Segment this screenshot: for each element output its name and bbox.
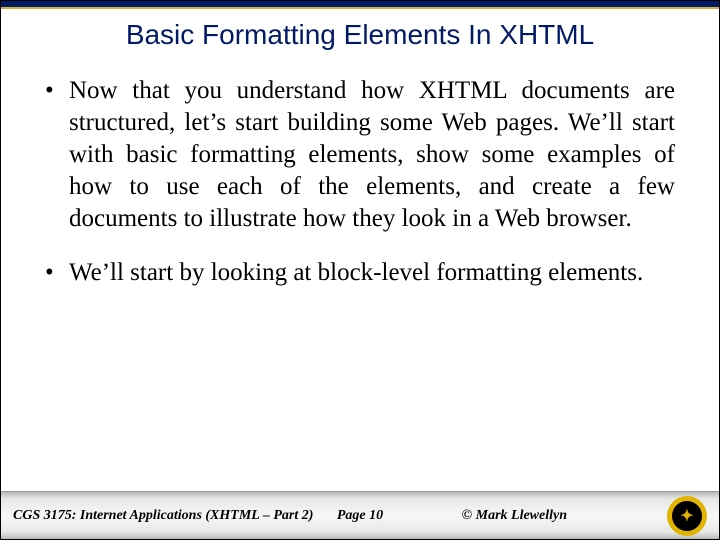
- bullet-text: Now that you understand how XHTML docume…: [69, 77, 675, 232]
- bullet-list: Now that you understand how XHTML docume…: [45, 75, 675, 289]
- title-wrap: Basic Formatting Elements In XHTML: [1, 9, 719, 57]
- bullet-item: We’ll start by looking at block-level fo…: [45, 257, 675, 289]
- footer-course: CGS 3175: Internet Applications (XHTML –…: [13, 508, 313, 524]
- ucf-logo-icon: ✦: [667, 496, 707, 536]
- slide-footer: CGS 3175: Internet Applications (XHTML –…: [1, 491, 719, 539]
- logo-ring: ✦: [667, 496, 707, 536]
- bullet-text: We’ll start by looking at block-level fo…: [69, 259, 643, 286]
- footer-right-wrap: © Mark Llewellyn ✦: [462, 496, 707, 536]
- slide-title: Basic Formatting Elements In XHTML: [21, 19, 699, 51]
- slide-body: Now that you understand how XHTML docume…: [1, 57, 719, 491]
- footer-copyright: © Mark Llewellyn: [462, 508, 567, 524]
- slide: Basic Formatting Elements In XHTML Now t…: [0, 0, 720, 540]
- top-accent-bars: [1, 1, 719, 9]
- logo-glyph: ✦: [680, 506, 693, 526]
- bullet-item: Now that you understand how XHTML docume…: [45, 75, 675, 235]
- logo-inner: ✦: [672, 501, 702, 531]
